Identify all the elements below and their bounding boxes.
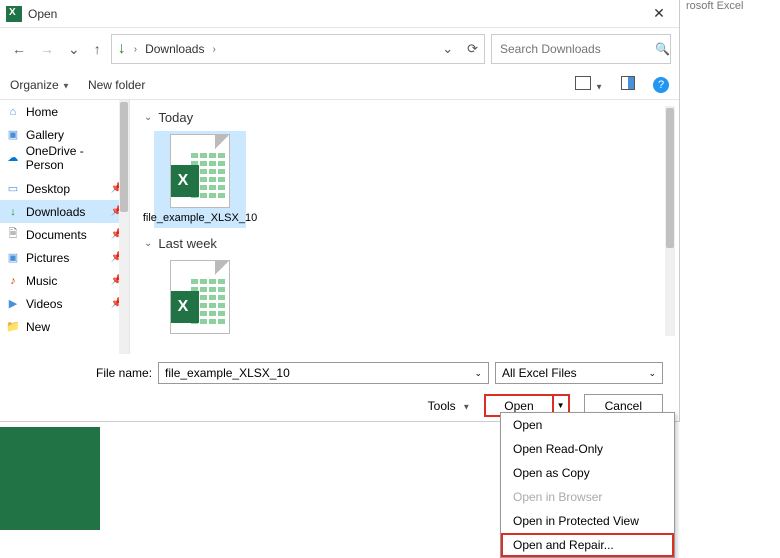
new-icon: 📁 <box>6 320 20 334</box>
chevron-icon: › <box>134 44 137 55</box>
chevron-down-icon[interactable]: ⌄ <box>648 368 656 379</box>
sidebar-item-new[interactable]: 📁 New <box>0 315 129 338</box>
preview-pane-button[interactable] <box>621 76 635 93</box>
menu-item-open-in-browser: Open in Browser <box>501 485 674 509</box>
open-dropdown-menu: OpenOpen Read-OnlyOpen as CopyOpen in Br… <box>500 412 675 558</box>
sidebar-item-label: New <box>26 320 50 334</box>
group-header[interactable]: ⌄ Today <box>144 110 665 125</box>
group-header[interactable]: ⌄ Last week <box>144 236 665 251</box>
doc-icon: 🗎 <box>6 228 20 242</box>
chevron-icon: › <box>212 44 215 55</box>
download-icon: ↓ <box>6 205 20 219</box>
sidebar-item-label: Documents <box>26 228 87 242</box>
help-button[interactable]: ? <box>653 77 669 93</box>
file-name-input[interactable]: file_example_XLSX_10 ⌄ <box>158 362 489 384</box>
refresh-button[interactable]: ⟳ <box>467 41 478 57</box>
sidebar-item-label: Videos <box>26 297 62 311</box>
sidebar-item-label: Downloads <box>26 205 85 219</box>
group-label: Last week <box>158 236 217 251</box>
sidebar-item-label: Music <box>26 274 57 288</box>
download-icon: ↓ <box>118 40 126 58</box>
file-name: file_example_XLSX_10 <box>143 212 257 225</box>
sidebar-item-documents[interactable]: 🗎Documents📌 <box>0 223 129 246</box>
sidebar-item-videos[interactable]: ▶Videos📌 <box>0 292 129 315</box>
menu-item-open[interactable]: Open <box>501 413 674 437</box>
menu-item-open-read-only[interactable]: Open Read-Only <box>501 437 674 461</box>
sidebar-item-label: Desktop <box>26 182 70 196</box>
address-bar[interactable]: ↓ › Downloads › ⌄ ⟳ <box>111 34 485 64</box>
file-tile[interactable]: Xfile_example_XLSX_10 <box>154 131 246 228</box>
history-dropdown[interactable]: ⌄ <box>442 41 453 57</box>
sidebar-item-onedrive-person[interactable]: ☁ OneDrive - Person <box>0 146 129 169</box>
tools-button[interactable]: Tools ▼ <box>428 399 471 413</box>
back-button[interactable]: ← <box>12 41 26 57</box>
music-icon: ♪ <box>6 274 20 288</box>
excel-file-icon: X <box>170 134 230 208</box>
sidebar: ⌂ Home ▣ Gallery ☁ OneDrive - Person ▭ Desktop… <box>0 100 130 354</box>
toolbar: Organize ▼ New folder ▼ ? <box>0 70 679 100</box>
background-app-title: rosoft Excel <box>680 0 780 16</box>
sidebar-item-home[interactable]: ⌂ Home <box>0 100 129 123</box>
excel-file-icon: X <box>170 260 230 334</box>
menu-item-open-in-protected-view[interactable]: Open in Protected View <box>501 509 674 533</box>
search-input[interactable] <box>500 42 655 56</box>
forward-button[interactable]: → <box>40 41 54 57</box>
organize-button[interactable]: Organize ▼ <box>10 78 70 92</box>
scrollbar-thumb[interactable] <box>120 102 128 212</box>
chevron-down-icon: ⌄ <box>144 112 152 123</box>
close-button[interactable]: ✕ <box>639 0 679 28</box>
search-icon: 🔍 <box>655 42 670 56</box>
file-name-label: File name: <box>16 366 152 380</box>
chevron-down-icon[interactable]: ⌄ <box>474 368 482 379</box>
main-scrollbar[interactable] <box>665 106 675 336</box>
gallery-icon: ▣ <box>6 128 20 142</box>
video-icon: ▶ <box>6 297 20 311</box>
file-tile[interactable]: X <box>154 257 246 337</box>
dialog-title: Open <box>28 7 57 21</box>
sidebar-item-music[interactable]: ♪Music📌 <box>0 269 129 292</box>
file-list: ⌄TodayXfile_example_XLSX_10⌄Last weekX <box>130 100 679 354</box>
home-icon: ⌂ <box>6 105 20 119</box>
search-box[interactable]: 🔍 <box>491 34 671 64</box>
sidebar-scrollbar[interactable] <box>119 100 129 354</box>
titlebar: Open ✕ <box>0 0 679 28</box>
cloud-icon: ☁ <box>6 151 20 165</box>
breadcrumb[interactable]: Downloads <box>145 42 204 56</box>
file-type-filter[interactable]: All Excel Files ⌄ <box>495 362 663 384</box>
desktop-icon: ▭ <box>6 182 20 196</box>
open-dialog: Open ✕ ← → ⌄ ↑ ↓ › Downloads › ⌄ ⟳ 🔍 Org… <box>0 0 680 422</box>
sidebar-item-label: Pictures <box>26 251 69 265</box>
background-panel <box>0 427 100 530</box>
sidebar-item-pictures[interactable]: ▣Pictures📌 <box>0 246 129 269</box>
sidebar-item-label: Gallery <box>26 128 64 142</box>
chevron-down-icon: ⌄ <box>144 238 152 249</box>
excel-icon <box>6 6 22 22</box>
sidebar-item-label: OneDrive - Person <box>26 144 123 172</box>
nav-bar: ← → ⌄ ↑ ↓ › Downloads › ⌄ ⟳ 🔍 <box>0 28 679 70</box>
recent-locations-button[interactable]: ⌄ <box>68 41 80 58</box>
scrollbar-thumb[interactable] <box>666 108 674 248</box>
new-folder-button[interactable]: New folder <box>88 78 145 92</box>
view-button[interactable]: ▼ <box>575 76 603 93</box>
sidebar-item-label: Home <box>26 105 58 119</box>
group-label: Today <box>158 110 193 125</box>
pic-icon: ▣ <box>6 251 20 265</box>
sidebar-item-downloads[interactable]: ↓Downloads📌 <box>0 200 129 223</box>
sidebar-item-desktop[interactable]: ▭Desktop📌 <box>0 177 129 200</box>
up-button[interactable]: ↑ <box>94 41 101 57</box>
menu-item-open-and-repair-[interactable]: Open and Repair... <box>501 533 674 557</box>
menu-item-open-as-copy[interactable]: Open as Copy <box>501 461 674 485</box>
